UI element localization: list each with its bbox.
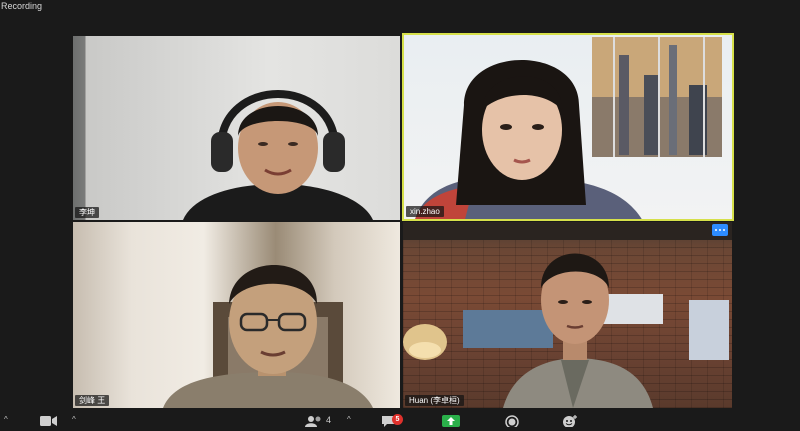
participant-name-tag: 剑峰 王 — [75, 395, 110, 406]
chat-icon-wrap: 5 — [381, 414, 403, 429]
record-icon — [505, 415, 519, 427]
recording-indicator: Recording — [1, 1, 43, 11]
meeting-toolbar: ^ ^ 4 ^ 5 — [0, 413, 800, 431]
chevron-up-icon: ^ — [347, 415, 351, 424]
chat-button[interactable]: 5 — [381, 414, 403, 431]
reaction-smiley-icon — [563, 415, 577, 427]
chevron-up-icon: ^ — [4, 415, 8, 424]
more-options-button[interactable] — [712, 224, 728, 236]
reactions-button[interactable] — [562, 415, 578, 431]
participant-video — [183, 90, 373, 220]
video-tile-xin-zhao[interactable]: xin.zhao — [402, 33, 734, 221]
audio-options-caret[interactable]: ^ — [2, 415, 8, 431]
participants-count: 4 — [326, 415, 332, 425]
video-tile-li-kun[interactable]: 李坤 — [73, 36, 400, 220]
video-tile-jianfeng-wang[interactable]: 剑峰 王 — [73, 222, 400, 408]
participant-name-tag: 李坤 — [75, 207, 99, 218]
participant-video — [403, 222, 732, 408]
meeting-window: Recording 李坤 xin.zhao 剑峰 王 Huan (李卓桓) ^ … — [0, 0, 800, 431]
share-screen-button[interactable] — [442, 415, 460, 431]
participant-name-tag: xin.zhao — [406, 206, 444, 217]
video-tile-huan[interactable]: Huan (李卓桓) — [403, 222, 732, 408]
video-button[interactable]: ^ — [40, 415, 76, 431]
record-button[interactable] — [505, 415, 519, 431]
participant-video — [415, 37, 722, 219]
share-screen-icon — [442, 415, 460, 427]
chevron-up-icon: ^ — [72, 415, 76, 424]
participant-name-tag: Huan (李卓桓) — [405, 395, 464, 406]
participants-icon — [305, 416, 321, 427]
participant-video — [163, 265, 373, 408]
video-camera-icon — [40, 416, 57, 426]
chat-unread-badge: 5 — [392, 414, 403, 425]
participants-button[interactable]: 4 ^ — [305, 415, 351, 431]
